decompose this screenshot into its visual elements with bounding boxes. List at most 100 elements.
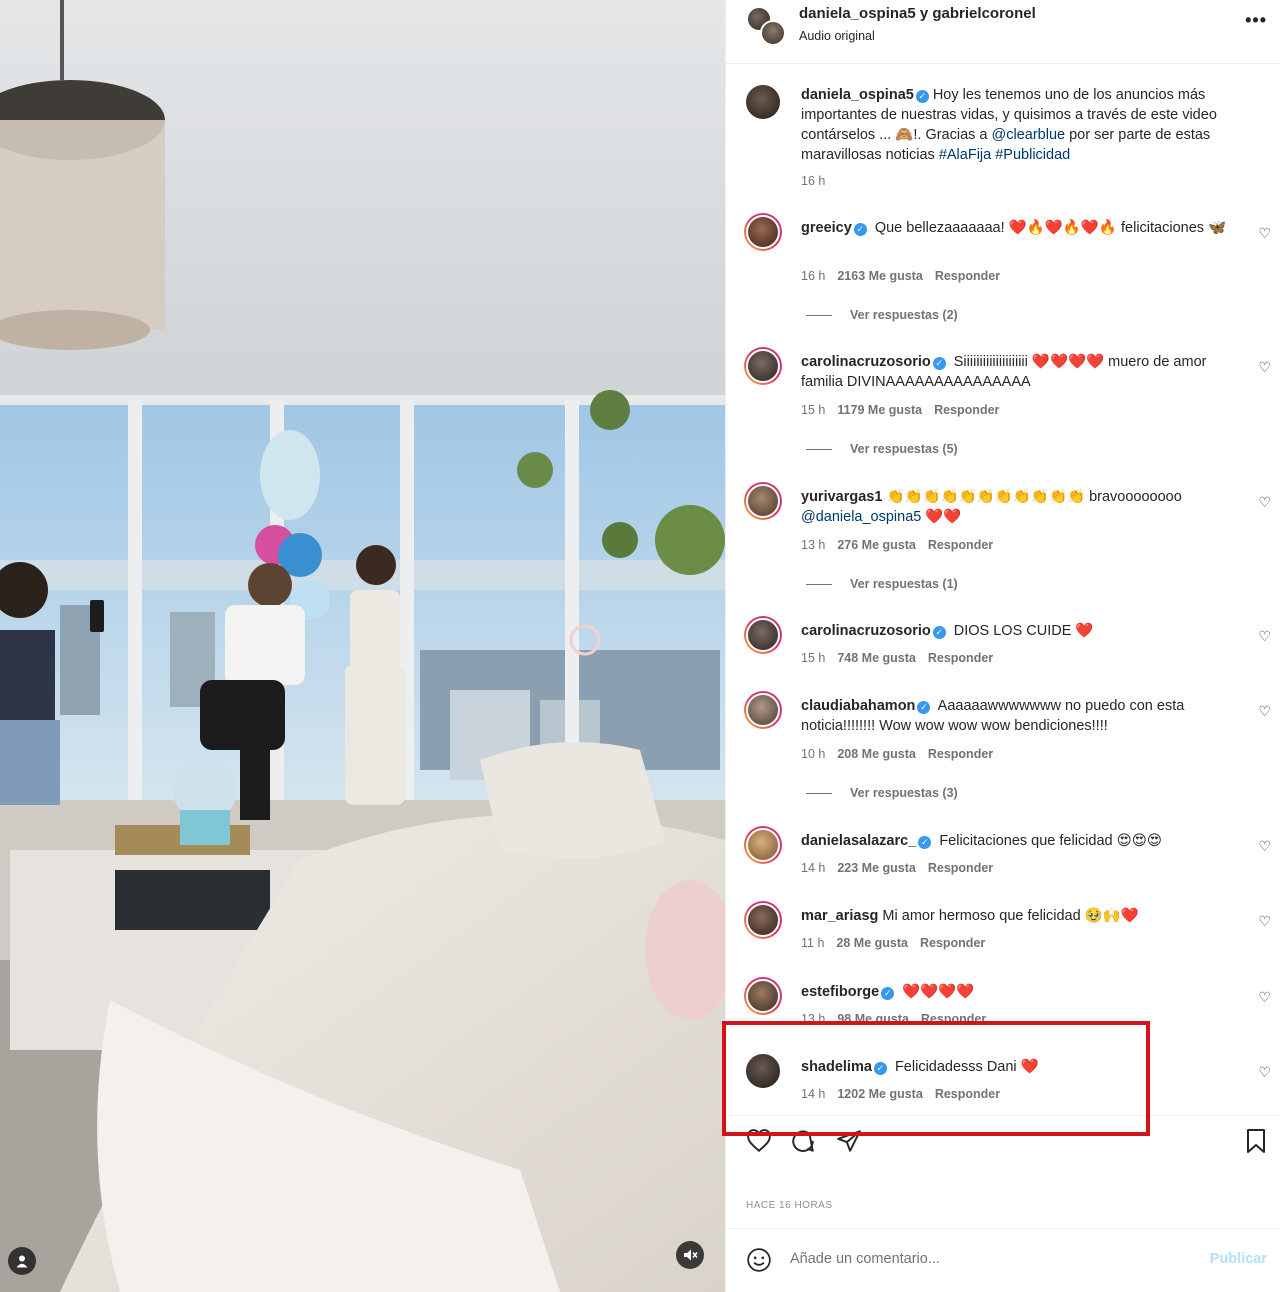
comment-meta: 11 h 28 Me gusta Responder: [801, 936, 997, 950]
comment-body: 👏👏👏👏👏👏👏👏👏👏👏 bravoooooooo: [886, 489, 1182, 505]
comment-time: 14 h: [801, 861, 826, 875]
caption-text: !. Gracias a: [913, 127, 992, 143]
more-horizontal-icon[interactable]: •••: [1245, 10, 1267, 31]
comment-text: carolinacruzosorio ✓ Siiiiiiiiiiiiiiiiiii…: [801, 352, 1241, 392]
view-replies-button[interactable]: Ver respuestas (2): [806, 308, 958, 322]
add-comment-bar: Añade un comentario... Publicar: [726, 1228, 1280, 1292]
video-frame-illustration: [0, 0, 725, 1292]
heart-outline-icon[interactable]: ♡: [1258, 703, 1271, 720]
heart-outline-icon[interactable]: ♡: [1258, 913, 1271, 930]
comment-username[interactable]: carolinacruzosorio: [801, 354, 931, 370]
avatar[interactable]: [744, 826, 782, 864]
post-media[interactable]: [0, 0, 725, 1292]
reply-button[interactable]: Responder: [928, 651, 993, 665]
emoji-icon[interactable]: [746, 1247, 772, 1278]
comment-username[interactable]: estefiborge: [801, 984, 879, 1000]
comment-body: ❤️❤️: [921, 509, 962, 525]
author-names[interactable]: daniela_ospina5 y gabrielcoronel: [799, 5, 1036, 22]
view-replies-button[interactable]: Ver respuestas (5): [806, 442, 958, 456]
heart-outline-icon[interactable]: ♡: [1258, 989, 1271, 1006]
comment-body: Que bellezaaaaaaa! ❤️🔥❤️🔥❤️🔥 felicitacio…: [874, 220, 1227, 236]
avatar[interactable]: [744, 482, 782, 520]
comment-text: estefiborge ✓ ❤️❤️❤️❤️: [801, 982, 1241, 1002]
caption-username[interactable]: daniela_ospina5: [801, 87, 914, 103]
avatar[interactable]: [744, 977, 782, 1015]
comment-mention-link[interactable]: @daniela_ospina5: [801, 509, 921, 525]
avatar[interactable]: [744, 616, 782, 654]
comment-username[interactable]: claudiabahamon: [801, 698, 915, 714]
caption-mention-link[interactable]: @clearblue: [992, 127, 1066, 143]
comment-body: ❤️❤️❤️❤️: [902, 984, 975, 1000]
reply-button[interactable]: Responder: [934, 403, 999, 417]
heart-outline-icon[interactable]: ♡: [1258, 359, 1271, 376]
heart-outline-icon[interactable]: ♡: [1258, 838, 1271, 855]
comment-likes[interactable]: 1179 Me gusta: [837, 403, 922, 417]
hashtag-link[interactable]: #Publicidad: [995, 147, 1070, 163]
comment-likes[interactable]: 276 Me gusta: [837, 538, 916, 552]
verified-badge-icon: ✓: [918, 836, 932, 849]
comment-body: DIOS LOS CUIDE ❤️: [953, 623, 1094, 639]
comment-text: claudiabahamon ✓ Aaaaaawwwwwww no puedo c…: [801, 696, 1241, 736]
verified-badge-icon: ✓: [853, 223, 867, 236]
comments-scroll-area[interactable]: daniela_ospina5 ✓ Hoy les tenemos uno de l…: [726, 65, 1280, 1115]
comment-time: 11 h: [801, 936, 825, 950]
speaker-muted-icon: [684, 1249, 698, 1261]
reply-button[interactable]: Responder: [928, 747, 993, 761]
comment-username[interactable]: yurivargas1: [801, 489, 882, 505]
publish-button[interactable]: Publicar: [1210, 1251, 1267, 1267]
comment-likes[interactable]: 223 Me gusta: [837, 861, 916, 875]
comment-time: 16 h: [801, 269, 826, 283]
comment-likes[interactable]: 748 Me gusta: [837, 651, 916, 665]
view-replies-button[interactable]: Ver respuestas (1): [806, 577, 958, 591]
reply-button[interactable]: Responder: [928, 538, 993, 552]
comment-text: greeicy ✓ Que bellezaaaaaaa! ❤️🔥❤️🔥❤️🔥 fe…: [801, 218, 1241, 238]
heart-outline-icon[interactable]: ♡: [1258, 1064, 1271, 1081]
view-replies-button[interactable]: Ver respuestas (3): [806, 786, 958, 800]
heart-outline-icon[interactable]: ♡: [1258, 225, 1271, 242]
tagged-users-button[interactable]: [8, 1247, 36, 1275]
comment-item: estefiborge ✓ ❤️❤️❤️❤️ 13 h 98 Me gusta Res…: [726, 977, 1280, 1022]
heart-outline-icon[interactable]: ♡: [1258, 494, 1271, 511]
user-icon: [16, 1255, 28, 1268]
bookmark-icon[interactable]: [1244, 1128, 1268, 1159]
caption-time: 16 h: [801, 174, 826, 188]
avatar[interactable]: [744, 901, 782, 939]
comment-likes[interactable]: 28 Me gusta: [836, 936, 908, 950]
comment-username[interactable]: mar_ariasg: [801, 908, 878, 924]
collab-avatars[interactable]: [746, 6, 786, 46]
comment-meta: 15 h 748 Me gusta Responder: [801, 651, 1005, 665]
reply-button[interactable]: Responder: [928, 861, 993, 875]
comment-meta: 16 h 2163 Me gusta Responder: [801, 269, 1012, 283]
hashtag-link[interactable]: #AlaFija: [939, 147, 991, 163]
caption-emoji: 🙈: [895, 127, 914, 143]
comment-username[interactable]: greeicy: [801, 220, 852, 236]
highlight-box: [722, 1021, 1150, 1136]
verified-badge-icon: ✓: [915, 90, 929, 103]
avatar[interactable]: [744, 347, 782, 385]
audio-label[interactable]: Audio original: [799, 29, 875, 43]
comment-meta: 14 h 223 Me gusta Responder: [801, 861, 1005, 875]
comment-text: carolinacruzosorio ✓ DIOS LOS CUIDE ❤️: [801, 621, 1241, 641]
mute-button[interactable]: [676, 1241, 704, 1269]
comment-text: danielasalazarc_ ✓ Felicitaciones que fel…: [801, 831, 1241, 851]
avatar: [760, 20, 786, 46]
avatar[interactable]: [744, 213, 782, 251]
comment-username[interactable]: danielasalazarc_: [801, 833, 916, 849]
comment-likes[interactable]: 2163 Me gusta: [837, 269, 922, 283]
comment-meta: 10 h 208 Me gusta Responder: [801, 747, 1005, 761]
verified-badge-icon: ✓: [932, 357, 946, 370]
comment-username[interactable]: carolinacruzosorio: [801, 623, 931, 639]
reply-button[interactable]: Responder: [935, 269, 1000, 283]
comment-text: mar_ariasg Mi amor hermoso que felicidad…: [801, 906, 1241, 926]
comment-meta: 13 h 276 Me gusta Responder: [801, 538, 1005, 552]
reply-button[interactable]: Responder: [920, 936, 985, 950]
comment-body: Mi amor hermoso que felicidad 🥹🙌❤️: [882, 908, 1139, 924]
comment-input[interactable]: Añade un comentario...: [790, 1251, 940, 1267]
avatar[interactable]: [744, 691, 782, 729]
comment-time: 15 h: [801, 651, 826, 665]
post-header: daniela_ospina5 y gabrielcoronel Audio o…: [726, 0, 1280, 64]
comment-likes[interactable]: 208 Me gusta: [837, 747, 916, 761]
comment-text: yurivargas1 👏👏👏👏👏👏👏👏👏👏👏 bravoooooooo @da…: [801, 487, 1241, 527]
avatar[interactable]: [744, 83, 782, 121]
heart-outline-icon[interactable]: ♡: [1258, 628, 1271, 645]
